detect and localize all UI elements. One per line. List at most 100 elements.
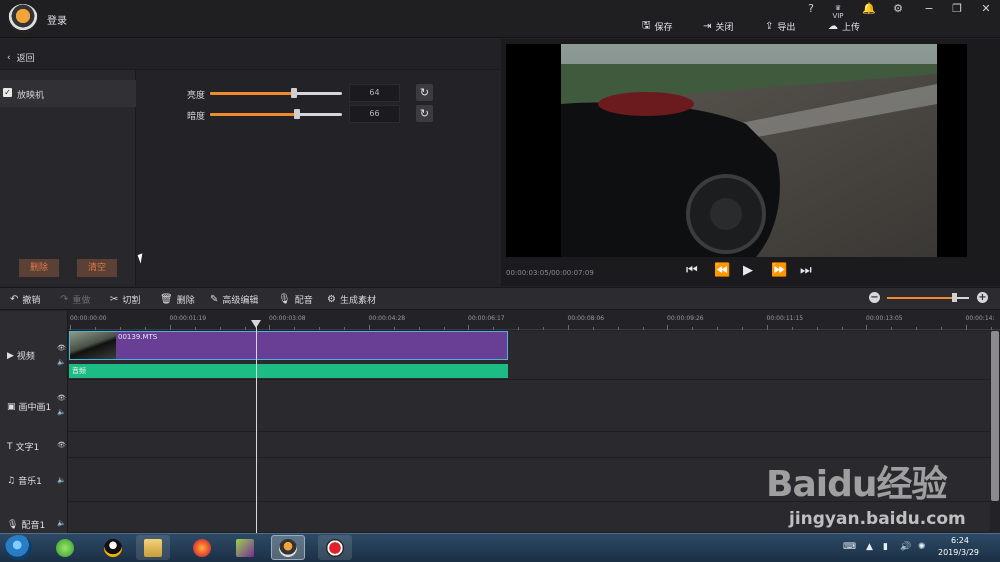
device-icon[interactable]: ▮ [883, 542, 888, 552]
save-button[interactable]: 🖫 保存 [642, 19, 673, 33]
volume-icon[interactable]: 🔊 [900, 542, 911, 552]
dub-button[interactable]: 🎙 配音 [278, 293, 313, 306]
login-link[interactable]: 登录 [47, 12, 67, 27]
text-track-icon: T [7, 441, 13, 452]
zoom-slider-fill [887, 297, 955, 299]
ruler-tick-mark [816, 327, 818, 330]
speaker-icon[interactable]: 🔈 [57, 358, 66, 366]
zoom-in-icon[interactable]: + [977, 292, 988, 303]
ruler-tick-mark [145, 327, 146, 330]
eye-icon[interactable]: 👁 [57, 344, 66, 352]
video-preview[interactable] [506, 44, 967, 257]
speaker-icon[interactable]: 🔈 [57, 519, 66, 527]
brightness-slider[interactable] [210, 88, 342, 98]
audio-clip[interactable] [69, 364, 508, 378]
ruler-tick-label: 00:00:09:26 [667, 315, 704, 322]
undo-button[interactable]: ↶ 撤销 [10, 293, 40, 306]
timeline-scrollbar[interactable] [991, 331, 999, 501]
tray-expand-icon[interactable]: ▲ [866, 542, 873, 552]
delete-button[interactable]: 🗑 删除 [160, 293, 195, 306]
taskbar-app-firefox[interactable] [185, 535, 219, 560]
taskbar-app-qq[interactable] [96, 535, 130, 560]
save-icon: 🖫 [642, 19, 651, 31]
zoom-out-icon[interactable]: − [869, 292, 880, 303]
ruler-tick-label: 00:00:01:19 [169, 315, 207, 322]
network-icon[interactable]: ✺ [918, 542, 926, 552]
ruler-tick-mark [692, 327, 693, 330]
cut-button[interactable]: ✂ 切割 [110, 293, 140, 306]
playhead-handle[interactable] [251, 320, 261, 328]
darkness-value-field[interactable]: 66 [349, 105, 400, 123]
redo-button[interactable]: ↷ 重做 [60, 293, 90, 306]
generate-material-button[interactable]: ⚙ 生成素材 [327, 293, 376, 306]
darkness-reset-icon[interactable]: ↻ [416, 105, 433, 122]
clip-thumbnail [70, 332, 116, 359]
delete-effect-button[interactable]: 删除 [19, 259, 59, 277]
play-icon[interactable]: ▶ [743, 263, 753, 278]
taskbar-app-editor[interactable] [271, 535, 305, 560]
ruler-tick-mark [742, 327, 743, 330]
step-back-icon[interactable]: ⏪ [714, 263, 730, 278]
clock-time[interactable]: 6:24 [941, 536, 979, 545]
eye-icon[interactable]: 👁 [57, 394, 66, 402]
darkness-slider-handle[interactable] [294, 109, 300, 119]
skip-to-end-icon[interactable]: ⏭ [800, 263, 812, 278]
close-project-button[interactable]: ⇥ 关闭 [703, 19, 733, 33]
effect-checkbox[interactable]: ✓ [3, 88, 12, 97]
speaker-icon[interactable]: 🔈 [57, 408, 66, 416]
close-icon[interactable]: ✕ [979, 2, 993, 15]
ruler-tick-mark [592, 327, 594, 330]
brightness-value-field[interactable]: 64 [349, 84, 400, 102]
taskbar-app-video-tool[interactable] [228, 535, 262, 560]
timeline-zoom-slider[interactable] [887, 293, 969, 302]
clock-date[interactable]: 2019/3/29 [938, 548, 979, 557]
speaker-icon[interactable]: 🔈 [57, 476, 66, 484]
playhead[interactable] [256, 320, 257, 533]
upload-button[interactable]: ☁ 上传 [828, 19, 860, 33]
eye-icon[interactable]: 👁 [57, 441, 66, 449]
ruler-tick-label: 00:00:14: [965, 315, 995, 322]
help-icon[interactable]: ? [804, 2, 818, 15]
start-button[interactable] [5, 535, 32, 560]
brightness-slider-handle[interactable] [291, 88, 297, 98]
pip-track[interactable] [68, 380, 990, 432]
ruler-tick-mark [766, 325, 768, 330]
step-forward-icon[interactable]: ⏩ [771, 263, 787, 278]
minimize-icon[interactable]: − [922, 2, 936, 15]
mouse-cursor [137, 253, 146, 264]
redo-icon: ↷ [60, 294, 69, 305]
pip-track-label: ▣ 画中画1 [7, 401, 52, 414]
ruler-tick-mark [368, 325, 370, 330]
ruler-tick-label: 00:00:13:05 [866, 315, 903, 322]
keyboard-icon[interactable]: ⌨ [843, 542, 856, 552]
vip-icon[interactable]: ♛ VIP [831, 4, 845, 20]
darkness-slider[interactable] [210, 109, 342, 119]
ruler-tick-mark [965, 325, 967, 330]
restore-icon[interactable]: ❐ [950, 2, 964, 15]
advanced-edit-button[interactable]: ✎ 高级编辑 [210, 293, 258, 306]
app-logo[interactable] [8, 4, 38, 34]
gear-icon[interactable]: ⚙ [891, 2, 905, 15]
back-button[interactable]: ‹ 返回 [7, 51, 35, 65]
ruler-tick-mark [468, 325, 469, 330]
taskbar-app-explorer[interactable] [136, 535, 170, 560]
pip-track-icon: ▣ [7, 401, 16, 412]
ruler-tick-mark [269, 325, 270, 330]
music-track-label: ♫ 音乐1 [7, 475, 42, 488]
export-button[interactable]: ⇪ 导出 [765, 19, 795, 33]
taskbar-app-browser[interactable] [48, 535, 82, 560]
preview-timecode: 00:00:03:05/00:00:07:09 [506, 269, 594, 277]
taskbar-app-recorder[interactable] [318, 535, 352, 560]
record-icon [326, 538, 344, 557]
ruler-tick-mark [518, 327, 519, 330]
ruler-tick-label: 00:00:04:28 [368, 315, 406, 322]
brightness-reset-icon[interactable]: ↻ [416, 84, 433, 101]
zoom-slider-handle[interactable] [952, 293, 957, 302]
skip-to-start-icon[interactable]: ⏮ [686, 263, 698, 278]
ruler-tick-mark [294, 327, 295, 330]
timeline-ruler[interactable] [68, 311, 1000, 330]
ruler-tick-mark [791, 327, 793, 330]
ruler-tick-mark [169, 325, 171, 330]
bell-icon[interactable]: 🔔 [862, 2, 876, 15]
clear-effects-button[interactable]: 清空 [77, 259, 117, 277]
